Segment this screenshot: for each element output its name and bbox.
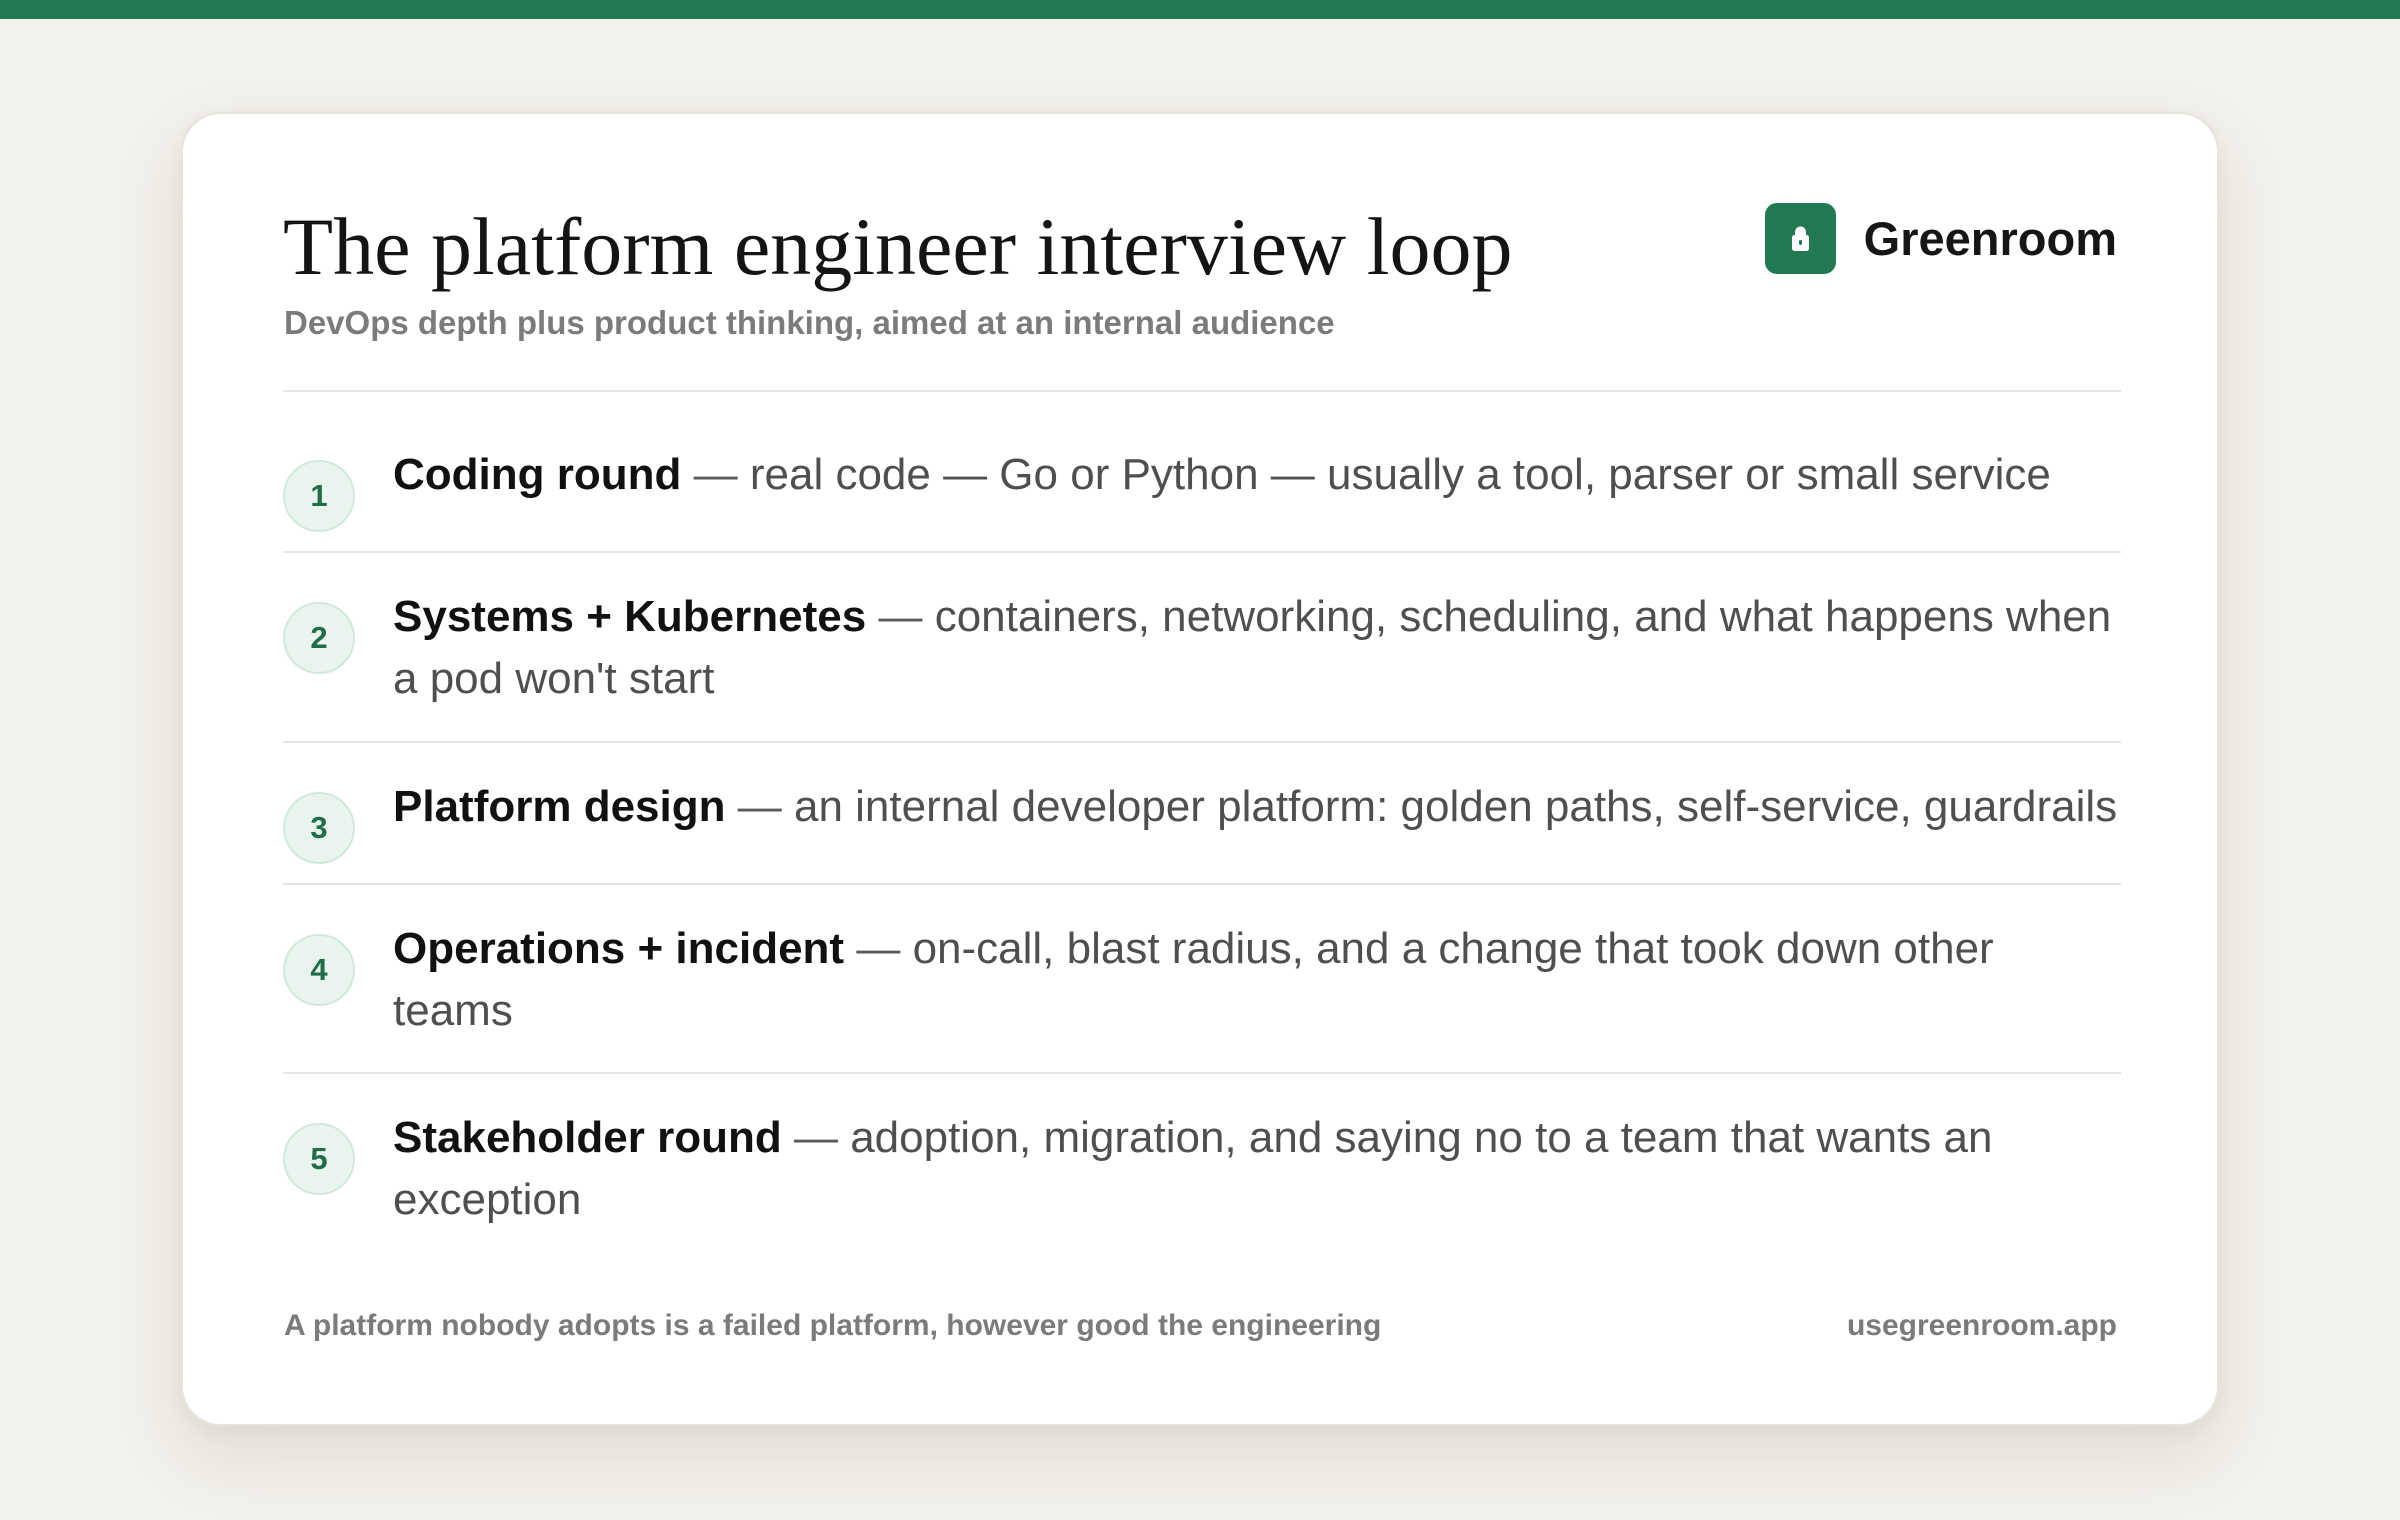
- round-description: real code — Go or Python — usually a too…: [749, 450, 2051, 499]
- round-number-badge: 4: [283, 934, 355, 1006]
- lock-icon: [1764, 202, 1836, 274]
- round-separator: —: [878, 592, 923, 641]
- page-title: The platform engineer interview loop: [283, 201, 1513, 292]
- round-number-badge: 5: [283, 1123, 355, 1195]
- round-number-badge: 2: [283, 602, 355, 674]
- round-number-badge: 1: [283, 460, 355, 532]
- round-text: Platform design — an internal developer …: [393, 776, 2121, 838]
- round-separator: —: [737, 782, 782, 831]
- round-text: Stakeholder round — adoption, migration,…: [393, 1107, 2121, 1231]
- list-divider: [283, 741, 2121, 743]
- round-title: Coding round: [393, 450, 682, 499]
- round-separator: —: [693, 450, 738, 499]
- brand-logo: Greenroom: [1764, 202, 2117, 274]
- brand-name: Greenroom: [1863, 211, 2117, 265]
- round-text: Operations + incident — on-call, blast r…: [393, 918, 2121, 1042]
- round-separator: —: [793, 1113, 838, 1162]
- list-divider: [283, 551, 2121, 553]
- interview-loop-card: The platform engineer interview loop Dev…: [181, 112, 2219, 1426]
- list-divider: [283, 883, 2121, 885]
- page-subtitle: DevOps depth plus product thinking, aime…: [284, 304, 1335, 341]
- round-text: Systems + Kubernetes — containers, netwo…: [393, 586, 2121, 710]
- list-divider: [283, 1072, 2121, 1074]
- header-divider: [283, 390, 2121, 392]
- round-number-badge: 3: [283, 792, 355, 864]
- round-separator: —: [856, 924, 901, 973]
- footer-note: A platform nobody adopts is a failed pla…: [284, 1309, 1382, 1342]
- round-title: Systems + Kubernetes: [393, 592, 867, 641]
- round-description: an internal developer platform: golden p…: [793, 782, 2118, 831]
- footer-url: usegreenroom.app: [1846, 1309, 2117, 1342]
- top-accent-bar: [0, 0, 2400, 19]
- round-title: Platform design: [393, 782, 726, 831]
- round-title: Stakeholder round: [393, 1113, 782, 1162]
- round-title: Operations + incident: [393, 924, 845, 973]
- round-text: Coding round — real code — Go or Python …: [393, 444, 2121, 506]
